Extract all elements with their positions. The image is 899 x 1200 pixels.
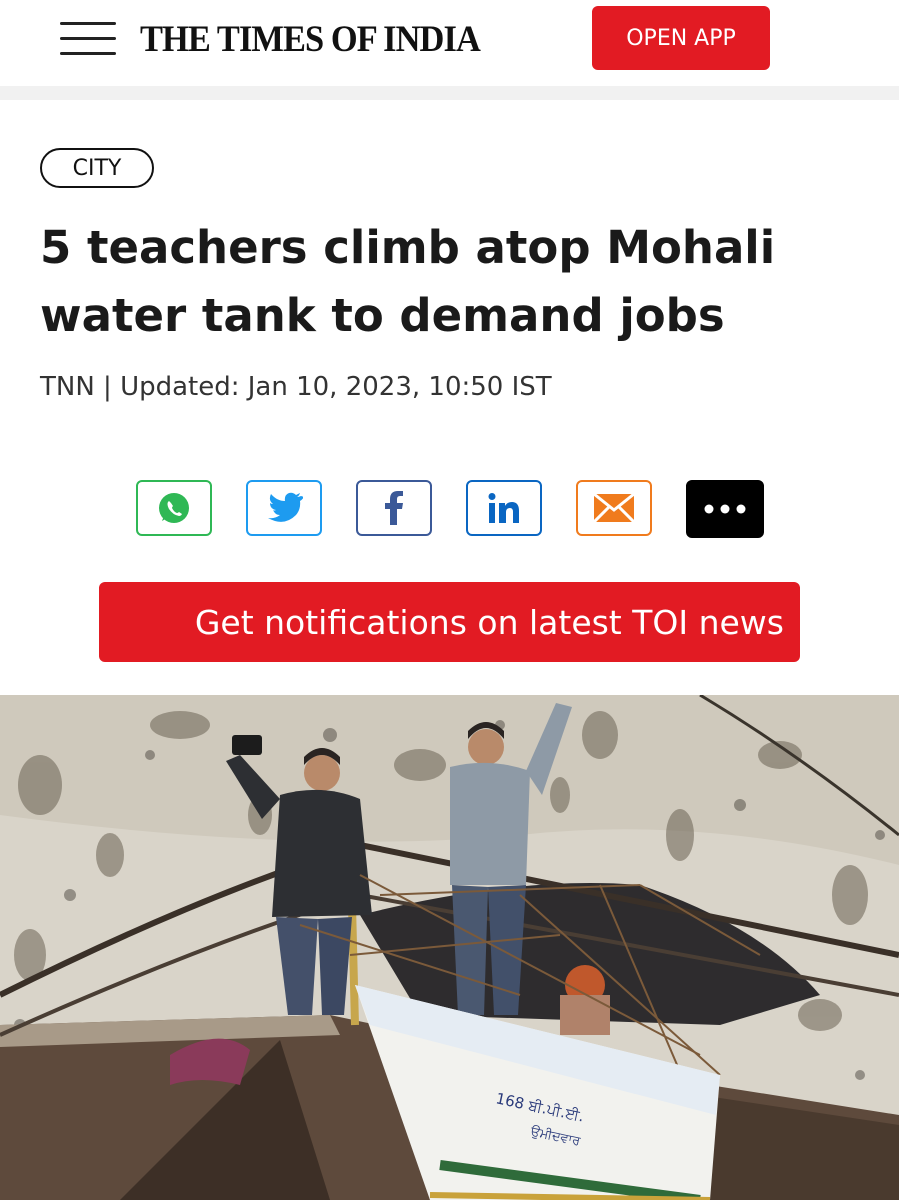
article-byline: TNN | Updated: Jan 10, 2023, 10:50 IST	[40, 372, 552, 402]
more-icon	[704, 504, 746, 514]
site-logo[interactable]: THE TIMES OF INDIA	[140, 18, 481, 61]
linkedin-icon	[488, 493, 519, 523]
open-app-button[interactable]: OPEN APP	[592, 6, 770, 70]
email-icon	[593, 493, 635, 523]
share-facebook-button[interactable]	[356, 480, 432, 536]
hamburger-menu-icon[interactable]	[60, 22, 116, 56]
protest-photo-illustration: 168 ਬੀ.ਪੀ.ਈ. ਉਮੀਦਵਾਰ	[0, 695, 899, 1200]
twitter-icon	[268, 492, 303, 522]
share-twitter-button[interactable]	[246, 480, 322, 536]
whatsapp-icon	[159, 493, 189, 523]
header-divider	[0, 86, 899, 100]
article-headline: 5 teachers climb atop Mohali water tank …	[40, 221, 776, 342]
article-photo: 168 ਬੀ.ਪੀ.ਈ. ਉਮੀਦਵਾਰ	[0, 695, 899, 1200]
share-more-button[interactable]	[686, 480, 764, 538]
share-linkedin-button[interactable]	[466, 480, 542, 536]
share-email-button[interactable]	[576, 480, 652, 536]
facebook-icon	[385, 491, 403, 525]
category-tag[interactable]: CITY	[40, 148, 154, 188]
share-whatsapp-button[interactable]	[136, 480, 212, 536]
top-header: THE TIMES OF INDIA OPEN APP	[0, 0, 899, 84]
notifications-button[interactable]: Get notifications on latest TOI news	[99, 582, 800, 662]
